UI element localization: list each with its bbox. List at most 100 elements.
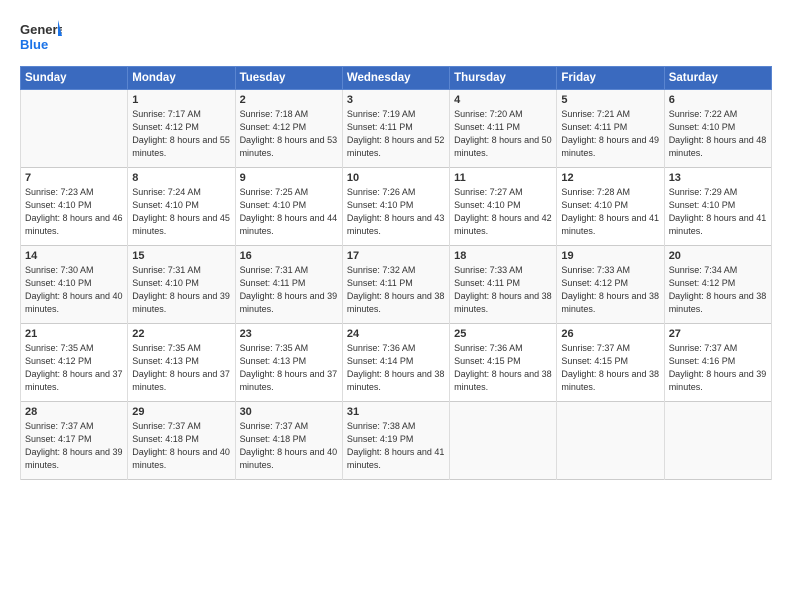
- logo: General Blue: [20, 18, 62, 56]
- day-details: Sunrise: 7:37 AMSunset: 4:16 PMDaylight:…: [669, 342, 767, 394]
- day-details: Sunrise: 7:35 AMSunset: 4:12 PMDaylight:…: [25, 342, 123, 394]
- day-cell: 4Sunrise: 7:20 AMSunset: 4:11 PMDaylight…: [450, 90, 557, 168]
- day-cell: 23 Sunrise: 7:35 AMSunset: 4:13 PMDayligh…: [235, 324, 342, 402]
- day-details: Sunrise: 7:31 AMSunset: 4:11 PMDaylight:…: [240, 264, 338, 316]
- day-details: Sunrise: 7:38 AMSunset: 4:19 PMDaylight:…: [347, 420, 445, 472]
- weekday-wednesday: Wednesday: [342, 67, 449, 90]
- day-cell: 17 Sunrise: 7:32 AMSunset: 4:11 PMDayligh…: [342, 246, 449, 324]
- day-cell: 8 Sunrise: 7:24 AMSunset: 4:10 PMDaylight…: [128, 168, 235, 246]
- week-row-3: 14 Sunrise: 7:30 AMSunset: 4:10 PMDayligh…: [21, 246, 772, 324]
- day-number: 6: [669, 94, 767, 106]
- day-details: Sunrise: 7:32 AMSunset: 4:11 PMDaylight:…: [347, 264, 445, 316]
- day-number: 3: [347, 94, 445, 106]
- day-number: 25: [454, 328, 552, 340]
- day-details: Sunrise: 7:28 AMSunset: 4:10 PMDaylight:…: [561, 186, 659, 238]
- day-details: Sunrise: 7:30 AMSunset: 4:10 PMDaylight:…: [25, 264, 123, 316]
- day-number: 17: [347, 250, 445, 262]
- week-row-2: 7 Sunrise: 7:23 AMSunset: 4:10 PMDaylight…: [21, 168, 772, 246]
- day-details: Sunrise: 7:33 AMSunset: 4:11 PMDaylight:…: [454, 264, 552, 316]
- day-details: Sunrise: 7:23 AMSunset: 4:10 PMDaylight:…: [25, 186, 123, 238]
- day-cell: 30 Sunrise: 7:37 AMSunset: 4:18 PMDayligh…: [235, 402, 342, 480]
- day-cell: 22 Sunrise: 7:35 AMSunset: 4:13 PMDayligh…: [128, 324, 235, 402]
- day-number: 5: [561, 94, 659, 106]
- day-number: 20: [669, 250, 767, 262]
- logo-svg: General Blue: [20, 18, 62, 56]
- day-number: 19: [561, 250, 659, 262]
- day-number: 26: [561, 328, 659, 340]
- week-row-5: 28Sunrise: 7:37 AMSunset: 4:17 PMDayligh…: [21, 402, 772, 480]
- day-cell: 2 Sunrise: 7:18 AMSunset: 4:12 PMDaylight…: [235, 90, 342, 168]
- day-cell: 6 Sunrise: 7:22 AMSunset: 4:10 PMDaylight…: [664, 90, 771, 168]
- day-details: Sunrise: 7:20 AMSunset: 4:11 PMDaylight:…: [454, 108, 552, 160]
- day-cell: 31 Sunrise: 7:38 AMSunset: 4:19 PMDayligh…: [342, 402, 449, 480]
- day-details: Sunrise: 7:35 AMSunset: 4:13 PMDaylight:…: [132, 342, 230, 394]
- day-cell: 28Sunrise: 7:37 AMSunset: 4:17 PMDayligh…: [21, 402, 128, 480]
- day-number: 31: [347, 406, 445, 418]
- day-number: 15: [132, 250, 230, 262]
- day-number: 30: [240, 406, 338, 418]
- day-cell: [664, 402, 771, 480]
- day-cell: 3 Sunrise: 7:19 AMSunset: 4:11 PMDaylight…: [342, 90, 449, 168]
- day-cell: [557, 402, 664, 480]
- day-details: Sunrise: 7:37 AMSunset: 4:18 PMDaylight:…: [240, 420, 338, 472]
- day-details: Sunrise: 7:34 AMSunset: 4:12 PMDaylight:…: [669, 264, 767, 316]
- day-number: 22: [132, 328, 230, 340]
- day-cell: 29 Sunrise: 7:37 AMSunset: 4:18 PMDayligh…: [128, 402, 235, 480]
- day-details: Sunrise: 7:33 AMSunset: 4:12 PMDaylight:…: [561, 264, 659, 316]
- day-details: Sunrise: 7:37 AMSunset: 4:17 PMDaylight:…: [25, 420, 123, 472]
- day-number: 8: [132, 172, 230, 184]
- day-details: Sunrise: 7:37 AMSunset: 4:18 PMDaylight:…: [132, 420, 230, 472]
- day-details: Sunrise: 7:21 AMSunset: 4:11 PMDaylight:…: [561, 108, 659, 160]
- day-cell: 16 Sunrise: 7:31 AMSunset: 4:11 PMDayligh…: [235, 246, 342, 324]
- day-cell: 7 Sunrise: 7:23 AMSunset: 4:10 PMDaylight…: [21, 168, 128, 246]
- day-number: 1: [132, 94, 230, 106]
- day-details: Sunrise: 7:25 AMSunset: 4:10 PMDaylight:…: [240, 186, 338, 238]
- day-number: 14: [25, 250, 123, 262]
- day-cell: 9Sunrise: 7:25 AMSunset: 4:10 PMDaylight…: [235, 168, 342, 246]
- weekday-saturday: Saturday: [664, 67, 771, 90]
- day-cell: 27 Sunrise: 7:37 AMSunset: 4:16 PMDayligh…: [664, 324, 771, 402]
- day-details: Sunrise: 7:17 AMSunset: 4:12 PMDaylight:…: [132, 108, 230, 160]
- day-cell: 19 Sunrise: 7:33 AMSunset: 4:12 PMDayligh…: [557, 246, 664, 324]
- week-row-4: 21 Sunrise: 7:35 AMSunset: 4:12 PMDayligh…: [21, 324, 772, 402]
- day-number: 21: [25, 328, 123, 340]
- day-details: Sunrise: 7:35 AMSunset: 4:13 PMDaylight:…: [240, 342, 338, 394]
- day-cell: 1 Sunrise: 7:17 AMSunset: 4:12 PMDaylight…: [128, 90, 235, 168]
- day-cell: 13 Sunrise: 7:29 AMSunset: 4:10 PMDayligh…: [664, 168, 771, 246]
- day-number: 13: [669, 172, 767, 184]
- weekday-thursday: Thursday: [450, 67, 557, 90]
- day-details: Sunrise: 7:36 AMSunset: 4:15 PMDaylight:…: [454, 342, 552, 394]
- day-details: Sunrise: 7:29 AMSunset: 4:10 PMDaylight:…: [669, 186, 767, 238]
- day-number: 24: [347, 328, 445, 340]
- day-cell: 10 Sunrise: 7:26 AMSunset: 4:10 PMDayligh…: [342, 168, 449, 246]
- day-details: Sunrise: 7:18 AMSunset: 4:12 PMDaylight:…: [240, 108, 338, 160]
- day-details: Sunrise: 7:22 AMSunset: 4:10 PMDaylight:…: [669, 108, 767, 160]
- day-cell: 26 Sunrise: 7:37 AMSunset: 4:15 PMDayligh…: [557, 324, 664, 402]
- day-cell: 18Sunrise: 7:33 AMSunset: 4:11 PMDayligh…: [450, 246, 557, 324]
- day-number: 2: [240, 94, 338, 106]
- weekday-friday: Friday: [557, 67, 664, 90]
- day-cell: 11Sunrise: 7:27 AMSunset: 4:10 PMDayligh…: [450, 168, 557, 246]
- day-number: 29: [132, 406, 230, 418]
- day-number: 11: [454, 172, 552, 184]
- calendar-table: SundayMondayTuesdayWednesdayThursdayFrid…: [20, 66, 772, 480]
- day-cell: 21 Sunrise: 7:35 AMSunset: 4:12 PMDayligh…: [21, 324, 128, 402]
- day-cell: [450, 402, 557, 480]
- svg-text:General: General: [20, 22, 62, 37]
- day-number: 7: [25, 172, 123, 184]
- day-cell: 12 Sunrise: 7:28 AMSunset: 4:10 PMDayligh…: [557, 168, 664, 246]
- day-number: 10: [347, 172, 445, 184]
- day-details: Sunrise: 7:24 AMSunset: 4:10 PMDaylight:…: [132, 186, 230, 238]
- day-details: Sunrise: 7:26 AMSunset: 4:10 PMDaylight:…: [347, 186, 445, 238]
- day-cell: 25 Sunrise: 7:36 AMSunset: 4:15 PMDayligh…: [450, 324, 557, 402]
- day-cell: 15Sunrise: 7:31 AMSunset: 4:10 PMDayligh…: [128, 246, 235, 324]
- header: General Blue: [20, 18, 772, 56]
- weekday-monday: Monday: [128, 67, 235, 90]
- week-row-1: 1 Sunrise: 7:17 AMSunset: 4:12 PMDaylight…: [21, 90, 772, 168]
- day-number: 12: [561, 172, 659, 184]
- day-number: 16: [240, 250, 338, 262]
- day-details: Sunrise: 7:19 AMSunset: 4:11 PMDaylight:…: [347, 108, 445, 160]
- day-number: 27: [669, 328, 767, 340]
- day-number: 23: [240, 328, 338, 340]
- day-details: Sunrise: 7:37 AMSunset: 4:15 PMDaylight:…: [561, 342, 659, 394]
